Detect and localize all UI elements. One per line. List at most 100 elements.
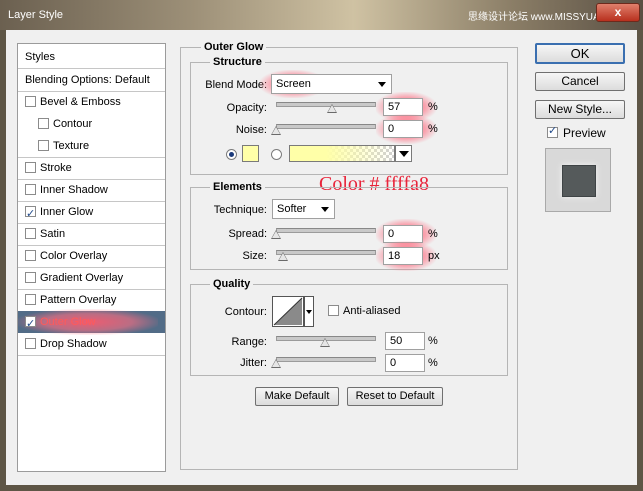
reset-to-default-button[interactable]: Reset to Default	[347, 387, 443, 406]
sidebar-item-label: Color Overlay	[40, 250, 108, 262]
spread-label: Spread:	[228, 228, 267, 240]
sidebar-item-label: Bevel & Emboss	[40, 96, 121, 108]
styles-list: Styles Blending Options: Default Bevel &…	[17, 43, 166, 472]
sidebar-item-label: Drop Shadow	[40, 338, 107, 350]
jitter-input[interactable]: 0	[385, 354, 425, 372]
spread-value: 0	[388, 228, 395, 240]
sidebar-item-drop-shadow[interactable]: Drop Shadow	[18, 333, 165, 355]
noise-slider-thumb[interactable]	[271, 126, 281, 135]
anti-aliased-checkbox[interactable]	[328, 305, 339, 316]
sidebar-item-label: Inner Glow	[40, 206, 94, 218]
jitter-value: 0	[390, 357, 397, 369]
new-style-button[interactable]: New Style...	[535, 100, 625, 119]
chevron-down-icon	[306, 310, 312, 314]
sidebar-item-contour[interactable]: Contour	[18, 113, 165, 135]
sidebar-item-inner-glow[interactable]: Inner Glow	[18, 201, 165, 225]
checkbox[interactable]	[25, 184, 36, 195]
gradient-swatch[interactable]	[289, 145, 395, 162]
checkbox-checked[interactable]	[25, 203, 36, 225]
noise-value: 0	[388, 123, 395, 135]
preview-checkbox[interactable]	[547, 124, 558, 138]
styles-header[interactable]: Styles	[18, 46, 165, 68]
noise-slider[interactable]	[276, 124, 376, 129]
checkbox[interactable]	[25, 338, 36, 349]
window-title: Layer Style	[8, 9, 64, 21]
make-default-button[interactable]: Make Default	[255, 387, 339, 406]
sidebar-item-stroke[interactable]: Stroke	[18, 157, 165, 179]
structure-title: Structure	[210, 56, 265, 68]
chevron-down-icon	[321, 207, 329, 212]
title-bar[interactable]: Layer Style 思缘设计论坛 www.MISSYUAN.COM x	[0, 0, 643, 30]
sidebar-item-satin[interactable]: Satin	[18, 223, 165, 245]
preview-label: Preview	[563, 126, 606, 140]
jitter-slider[interactable]	[276, 357, 376, 362]
preview-box	[545, 148, 611, 212]
quality-title: Quality	[210, 278, 254, 290]
technique-label: Technique:	[213, 204, 267, 216]
sidebar-item-label: Gradient Overlay	[40, 272, 124, 284]
noise-input[interactable]: 0	[383, 120, 423, 138]
sidebar-item-outer-glow[interactable]: Outer Glow	[18, 309, 165, 335]
sidebar-item-gradient-overlay[interactable]: Gradient Overlay	[18, 267, 165, 289]
close-button[interactable]: x	[596, 3, 640, 22]
sidebar-item-label: Pattern Overlay	[40, 294, 117, 306]
elements-title: Elements	[210, 181, 265, 193]
opacity-value: 57	[388, 101, 401, 113]
styles-label: Styles	[25, 51, 55, 63]
checkbox[interactable]	[25, 250, 36, 261]
color-swatch[interactable]	[242, 145, 259, 162]
px-unit: px	[428, 250, 440, 262]
sidebar-item-color-overlay[interactable]: Color Overlay	[18, 245, 165, 267]
preview-swatch	[562, 165, 596, 197]
technique-select[interactable]: Softer	[272, 199, 335, 219]
size-input[interactable]: 18	[383, 247, 423, 265]
spread-slider[interactable]	[276, 228, 376, 233]
chevron-down-icon	[399, 151, 409, 157]
checkbox[interactable]	[38, 118, 49, 129]
jitter-slider-thumb[interactable]	[271, 359, 281, 368]
jitter-label: Jitter:	[240, 357, 267, 369]
close-icon: x	[614, 5, 622, 19]
opacity-label: Opacity:	[226, 102, 267, 114]
contour-dropdown-button[interactable]	[304, 296, 314, 327]
checkbox[interactable]	[25, 96, 36, 107]
checkbox[interactable]	[25, 162, 36, 173]
solid-color-radio[interactable]	[226, 149, 237, 160]
gradient-picker-button[interactable]	[395, 145, 412, 162]
blend-mode-label: Blend Mode:	[205, 79, 267, 91]
range-slider-thumb[interactable]	[320, 338, 330, 347]
opacity-slider-thumb[interactable]	[326, 104, 337, 113]
percent-unit: %	[428, 357, 438, 369]
noise-label: Noise:	[235, 124, 267, 136]
percent-unit: %	[428, 228, 438, 240]
percent-unit: %	[428, 335, 438, 347]
range-input[interactable]: 50	[385, 332, 425, 350]
sidebar-item-inner-shadow[interactable]: Inner Shadow	[18, 179, 165, 201]
checkbox[interactable]	[25, 228, 36, 239]
contour-picker[interactable]	[272, 296, 304, 327]
panel-title: Outer Glow	[201, 41, 267, 53]
checkbox[interactable]	[25, 294, 36, 305]
size-label: Size:	[242, 250, 267, 262]
spread-slider-thumb[interactable]	[271, 230, 281, 239]
sidebar-item-pattern-overlay[interactable]: Pattern Overlay	[18, 289, 165, 311]
percent-unit: %	[428, 101, 438, 113]
ok-button[interactable]: OK	[535, 43, 625, 64]
blend-mode-select[interactable]: Screen	[271, 74, 392, 94]
checkbox[interactable]	[38, 140, 49, 151]
blend-mode-value: Screen	[276, 78, 311, 90]
sidebar-item-label: Contour	[53, 118, 93, 130]
size-slider[interactable]	[276, 250, 376, 255]
size-value: 18	[388, 250, 401, 262]
sidebar-item-bevel-emboss[interactable]: Bevel & Emboss	[18, 91, 165, 113]
size-slider-thumb[interactable]	[277, 252, 288, 261]
checkbox-checked[interactable]	[25, 313, 36, 335]
sidebar-item-texture[interactable]: Texture	[18, 135, 165, 157]
blending-options-item[interactable]: Blending Options: Default	[18, 69, 165, 91]
chevron-down-icon	[378, 82, 386, 87]
range-label: Range:	[231, 336, 267, 348]
gradient-radio[interactable]	[271, 149, 282, 160]
cancel-button[interactable]: Cancel	[535, 72, 625, 91]
checkbox[interactable]	[25, 272, 36, 283]
sidebar-item-label: Stroke	[40, 162, 72, 174]
